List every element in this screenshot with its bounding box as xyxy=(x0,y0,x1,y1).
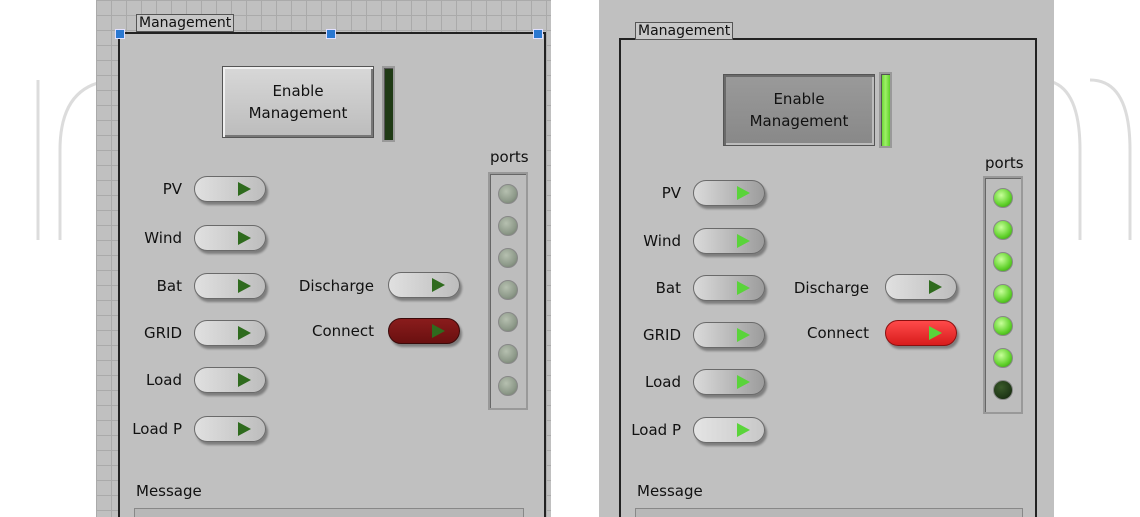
load-p-toggle-arrow-icon xyxy=(737,423,750,437)
load-p-label: Load P xyxy=(132,420,182,438)
connect-toggle-arrow-icon xyxy=(929,326,942,340)
port-led-5 xyxy=(498,312,518,332)
enable-management-label: Enable Management xyxy=(248,82,348,122)
wind-label: Wind xyxy=(144,229,182,247)
load-label: Load xyxy=(146,371,182,389)
grid-toggle-arrow-icon xyxy=(238,326,251,340)
port-led-3 xyxy=(993,252,1013,272)
discharge-label: Discharge xyxy=(793,279,869,297)
load-toggle[interactable] xyxy=(194,367,266,393)
bat-label: Bat xyxy=(156,277,182,295)
wind-toggle-arrow-icon xyxy=(737,234,750,248)
pv-toggle[interactable] xyxy=(693,180,765,206)
management-status-indicator xyxy=(382,66,395,142)
bat-toggle-arrow-icon xyxy=(238,279,251,293)
pv-label: PV xyxy=(162,180,182,198)
load-toggle-arrow-icon xyxy=(238,373,251,387)
discharge-toggle-arrow-icon xyxy=(929,280,942,294)
connect-toggle-arrow-icon xyxy=(432,324,445,338)
grid-label: GRID xyxy=(143,324,182,342)
wind-toggle[interactable] xyxy=(194,225,266,251)
load-label: Load xyxy=(645,373,681,391)
bat-label: Bat xyxy=(655,279,681,297)
port-led-6 xyxy=(993,348,1013,368)
port-led-3 xyxy=(498,248,518,268)
port-led-1 xyxy=(498,184,518,204)
pv-toggle-arrow-icon xyxy=(238,182,251,196)
management-frame-title: Management xyxy=(136,14,235,32)
enable-management-button[interactable]: Enable Management xyxy=(723,74,875,146)
discharge-toggle[interactable] xyxy=(885,274,957,300)
load-p-toggle-arrow-icon xyxy=(238,422,251,436)
pv-toggle[interactable] xyxy=(194,176,266,202)
load-p-label: Load P xyxy=(631,421,681,439)
port-led-1 xyxy=(993,188,1013,208)
discharge-label: Discharge xyxy=(298,277,374,295)
resize-handle-top-left[interactable] xyxy=(115,29,125,39)
resize-handle-top-middle[interactable] xyxy=(326,29,336,39)
load-p-toggle[interactable] xyxy=(194,416,266,442)
connect-label: Connect xyxy=(311,322,374,340)
management-frame-title: Management xyxy=(635,22,734,40)
ports-indicator-array xyxy=(983,176,1023,414)
ports-label: ports xyxy=(490,148,529,166)
pv-label: PV xyxy=(661,184,681,202)
enable-management-label: Enable Management xyxy=(749,90,849,130)
port-led-2 xyxy=(498,216,518,236)
wind-toggle[interactable] xyxy=(693,228,765,254)
discharge-toggle[interactable] xyxy=(388,272,460,298)
left-front-panel: Management Enable Management ports PV Wi… xyxy=(96,0,551,517)
wind-toggle-arrow-icon xyxy=(238,231,251,245)
wind-label: Wind xyxy=(643,232,681,250)
grid-toggle[interactable] xyxy=(693,322,765,348)
bat-toggle[interactable] xyxy=(194,273,266,299)
port-led-7 xyxy=(498,376,518,396)
ports-label: ports xyxy=(985,154,1024,172)
right-front-panel: Management Enable Management ports PV Wi… xyxy=(599,0,1054,517)
bat-toggle[interactable] xyxy=(693,275,765,301)
load-toggle-arrow-icon xyxy=(737,375,750,389)
message-field[interactable] xyxy=(134,508,524,517)
connect-toggle[interactable] xyxy=(388,318,460,344)
port-led-2 xyxy=(993,220,1013,240)
load-p-toggle[interactable] xyxy=(693,417,765,443)
port-led-5 xyxy=(993,316,1013,336)
connect-toggle[interactable] xyxy=(885,320,957,346)
resize-handle-top-right[interactable] xyxy=(533,29,543,39)
management-status-indicator xyxy=(879,72,892,148)
grid-label: GRID xyxy=(642,326,681,344)
port-led-4 xyxy=(993,284,1013,304)
bat-toggle-arrow-icon xyxy=(737,281,750,295)
port-led-7 xyxy=(993,380,1013,400)
message-label: Message xyxy=(136,482,202,500)
message-label: Message xyxy=(637,482,703,500)
ports-indicator-array xyxy=(488,172,528,410)
port-led-6 xyxy=(498,344,518,364)
pv-toggle-arrow-icon xyxy=(737,186,750,200)
grid-toggle-arrow-icon xyxy=(737,328,750,342)
connect-label: Connect xyxy=(806,324,869,342)
discharge-toggle-arrow-icon xyxy=(432,278,445,292)
load-toggle[interactable] xyxy=(693,369,765,395)
enable-management-button[interactable]: Enable Management xyxy=(222,66,374,138)
port-led-4 xyxy=(498,280,518,300)
message-field[interactable] xyxy=(635,508,1023,517)
grid-toggle[interactable] xyxy=(194,320,266,346)
